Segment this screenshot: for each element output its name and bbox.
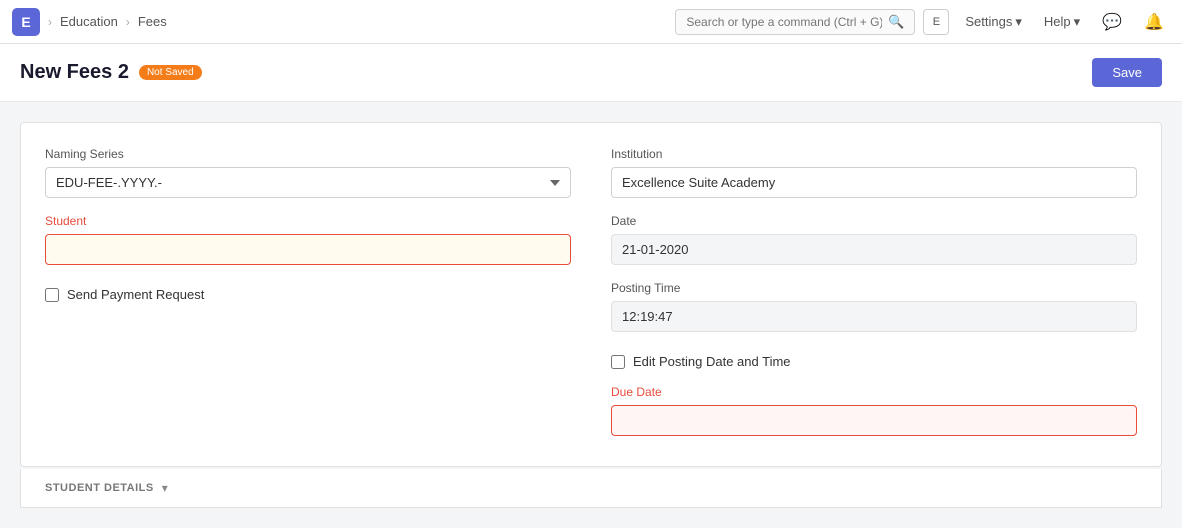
breadcrumb-sep-1: › bbox=[48, 15, 52, 29]
avatar[interactable]: E bbox=[923, 9, 949, 35]
posting-time-input bbox=[611, 301, 1137, 332]
breadcrumb-fees[interactable]: Fees bbox=[138, 14, 167, 29]
search-input[interactable] bbox=[686, 15, 882, 29]
col-right: Institution Date Posting Time Edit Posti… bbox=[611, 147, 1137, 436]
send-payment-checkbox[interactable] bbox=[45, 288, 59, 302]
naming-series-group: Naming Series EDU-FEE-.YYYY.- bbox=[45, 147, 571, 198]
page-header: New Fees 2 Not Saved Save bbox=[0, 44, 1182, 102]
status-badge: Not Saved bbox=[139, 65, 202, 80]
institution-input[interactable] bbox=[611, 167, 1137, 198]
student-input[interactable] bbox=[45, 234, 571, 265]
edit-posting-checkbox[interactable] bbox=[611, 355, 625, 369]
send-payment-request-row: Send Payment Request bbox=[45, 287, 571, 302]
naming-series-select[interactable]: EDU-FEE-.YYYY.- bbox=[45, 167, 571, 198]
main-content: Naming Series EDU-FEE-.YYYY.- Student Se… bbox=[0, 102, 1182, 528]
date-input bbox=[611, 234, 1137, 265]
due-date-input[interactable] bbox=[611, 405, 1137, 436]
form-card: Naming Series EDU-FEE-.YYYY.- Student Se… bbox=[20, 122, 1162, 467]
edit-posting-row: Edit Posting Date and Time bbox=[611, 354, 1137, 369]
breadcrumb-education[interactable]: Education bbox=[60, 14, 118, 29]
student-group: Student bbox=[45, 214, 571, 265]
date-label: Date bbox=[611, 214, 1137, 228]
date-group: Date bbox=[611, 214, 1137, 265]
naming-series-label: Naming Series bbox=[45, 147, 571, 161]
send-payment-label[interactable]: Send Payment Request bbox=[67, 287, 204, 302]
settings-button[interactable]: Settings ▾ bbox=[959, 10, 1028, 34]
student-details-section[interactable]: STUDENT DETAILS ▾ bbox=[20, 469, 1162, 508]
chevron-down-icon: ▾ bbox=[162, 481, 168, 495]
col-left: Naming Series EDU-FEE-.YYYY.- Student Se… bbox=[45, 147, 571, 436]
save-button[interactable]: Save bbox=[1092, 58, 1162, 87]
nav-right: E Settings ▾ Help ▾ 💬 🔔 bbox=[923, 8, 1170, 36]
page-title: New Fees 2 bbox=[20, 61, 129, 84]
due-date-label: Due Date bbox=[611, 385, 1137, 399]
form-grid: Naming Series EDU-FEE-.YYYY.- Student Se… bbox=[45, 147, 1137, 436]
posting-time-group: Posting Time bbox=[611, 281, 1137, 332]
due-date-group: Due Date bbox=[611, 385, 1137, 436]
app-icon[interactable]: E bbox=[12, 8, 40, 36]
top-navigation: E › Education › Fees 🔍 E Settings ▾ Help… bbox=[0, 0, 1182, 44]
page-title-area: New Fees 2 Not Saved bbox=[20, 61, 202, 84]
posting-time-label: Posting Time bbox=[611, 281, 1137, 295]
institution-group: Institution bbox=[611, 147, 1137, 198]
search-bar[interactable]: 🔍 bbox=[675, 9, 915, 35]
feedback-button[interactable]: 💬 bbox=[1096, 8, 1128, 36]
edit-posting-label[interactable]: Edit Posting Date and Time bbox=[633, 354, 791, 369]
search-icon: 🔍 bbox=[888, 14, 904, 30]
institution-label: Institution bbox=[611, 147, 1137, 161]
breadcrumb-sep-2: › bbox=[126, 15, 130, 29]
notifications-button[interactable]: 🔔 bbox=[1138, 8, 1170, 36]
student-label: Student bbox=[45, 214, 571, 228]
help-button[interactable]: Help ▾ bbox=[1038, 10, 1086, 34]
student-details-label: STUDENT DETAILS bbox=[45, 482, 154, 494]
